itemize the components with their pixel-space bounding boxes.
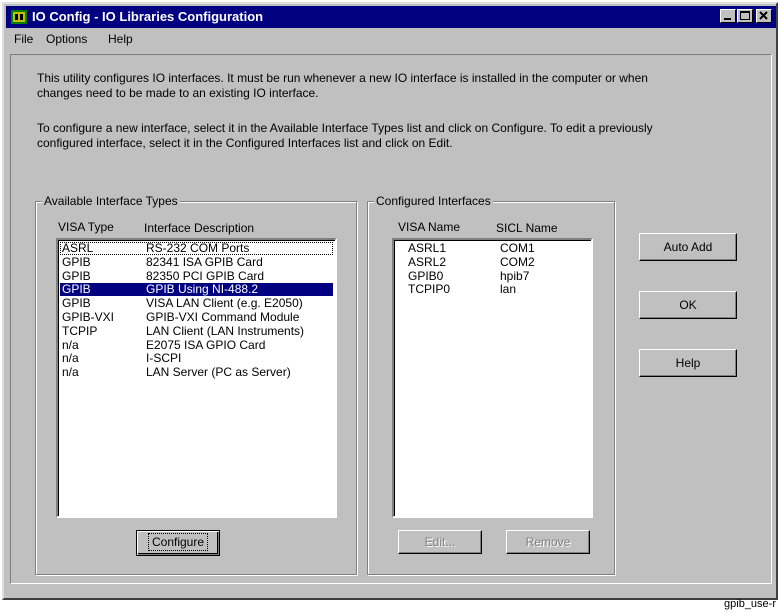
available-list-item[interactable]: ASRL RS-232 COM Ports [60,242,333,255]
configure-button-label: Configure [147,533,209,551]
intro-line-1: This utility configures IO interfaces. I… [37,71,648,85]
sicl-name-cell: hpib7 [500,268,530,283]
visa-type-cell: ASRL [62,241,94,255]
available-list-item[interactable]: n/a E2075 ISA GPIO Card [60,337,333,352]
interface-description-cell: GPIB-VXI Command Module [146,310,300,324]
configured-list-item[interactable]: ASRL2 COM2 [396,254,589,269]
visa-name-cell: TCPIP0 [408,282,451,297]
io-config-app-icon [11,10,27,24]
sicl-name-cell: COM1 [500,241,535,255]
interface-description-cell: E2075 ISA GPIO Card [146,337,266,352]
configure-button[interactable]: Configure [136,530,220,556]
edit-button-label: Edit... [424,535,456,549]
interface-description-cell: LAN Client (LAN Instruments) [146,323,305,338]
auto-add-button-label: Auto Add [663,240,713,254]
edit-button[interactable]: Edit... [398,530,482,554]
visa-type-cell: GPIB-VXI [62,310,115,324]
title-bar[interactable]: IO Config - IO Libraries Configuration [6,6,776,28]
close-icon [759,11,768,20]
sicl-name-cell: COM2 [500,254,535,269]
available-interfaces-group: Available Interface Types VISA Type Inte… [35,194,357,575]
visa-type-cell: GPIB [62,296,91,311]
minimize-button[interactable] [720,9,736,23]
minimize-icon [724,18,731,20]
window-title: IO Config - IO Libraries Configuration [32,9,264,24]
available-group-label: Available Interface Types [42,194,180,208]
menu-help[interactable]: Help [108,32,133,46]
configured-list-item[interactable]: TCPIP0 lan [396,283,589,296]
available-list-item[interactable]: n/a LAN Server (PC as Server) [60,366,333,379]
intro-line-3: To configure a new interface, select it … [37,121,653,135]
configured-group-label: Configured Interfaces [374,194,493,208]
remove-button[interactable]: Remove [506,530,590,554]
remove-button-label: Remove [525,535,571,549]
interface-description-cell: GPIB Using NI-488.2 [146,282,259,297]
ok-button[interactable]: OK [639,291,737,319]
visa-type-cell: GPIB [62,268,91,283]
col-visa-type: VISA Type [58,220,114,234]
interface-description-cell: 82341 ISA GPIB Card [146,254,263,269]
visa-type-cell: n/a [62,337,79,352]
menu-file[interactable]: File [14,32,33,46]
help-button-label: Help [675,356,701,370]
visa-type-cell: GPIB [62,254,91,269]
visa-name-cell: ASRL2 [408,254,447,269]
configured-interfaces-group: Configured Interfaces VISA Name SICL Nam… [367,194,615,575]
visa-type-cell: GPIB [62,282,91,297]
figure-caption: gpib_use-r [724,598,776,610]
configured-list-item[interactable]: ASRL1 COM1 [396,242,589,255]
auto-add-button[interactable]: Auto Add [639,233,737,261]
sicl-name-cell: lan [500,282,517,297]
help-button[interactable]: Help [639,349,737,377]
available-list-item[interactable]: TCPIP LAN Client (LAN Instruments) [60,323,333,338]
ok-button-label: OK [679,298,697,312]
visa-type-cell: n/a [62,351,79,366]
available-interfaces-list[interactable]: ASRL RS-232 COM Ports GPIB 82341 ISA GPIB C… [56,238,337,518]
available-list-item[interactable]: GPIB-VXI GPIB-VXI Command Module [60,311,333,324]
interface-description-cell: 82350 PCI GPIB Card [146,268,265,283]
available-list-item[interactable]: GPIB GPIB Using NI-488.2 [60,282,333,297]
interface-description-cell: I-SCPI [146,351,182,366]
visa-name-cell: ASRL1 [408,241,447,255]
configured-list-item[interactable]: GPIB0 hpib7 [396,268,589,283]
intro-line-2: changes need to be made to an existing I… [37,86,319,100]
dialog-client-area: This utility configures IO interfaces. I… [10,54,772,584]
visa-type-cell: TCPIP [62,323,98,338]
interface-description-cell: RS-232 COM Ports [146,241,250,255]
available-list-item[interactable]: GPIB VISA LAN Client (e.g. E2050) [60,297,333,310]
available-list-item[interactable]: GPIB 82350 PCI GPIB Card [60,268,333,283]
interface-description-cell: LAN Server (PC as Server) [146,365,291,380]
visa-name-cell: GPIB0 [408,268,444,283]
main-window: IO Config - IO Libraries Configuration F… [2,2,778,600]
available-list-item[interactable]: n/a I-SCPI [60,352,333,365]
col-interface-description: Interface Description [144,221,255,235]
col-visa-name: VISA Name [398,220,461,234]
interface-description-cell: VISA LAN Client (e.g. E2050) [146,296,303,311]
menu-options[interactable]: Options [46,32,87,46]
configured-interfaces-list[interactable]: ASRL1 COM1 ASRL2 COM2 GPIB0 hpib7 TCPIP0 lan [392,238,593,518]
maximize-button[interactable] [737,9,753,23]
visa-type-cell: n/a [62,365,79,380]
available-list-item[interactable]: GPIB 82341 ISA GPIB Card [60,254,333,269]
close-button[interactable] [756,9,772,23]
col-sicl-name: SICL Name [496,221,558,235]
intro-line-4: configured interface, select it in the C… [37,136,453,150]
maximize-icon [740,11,750,20]
